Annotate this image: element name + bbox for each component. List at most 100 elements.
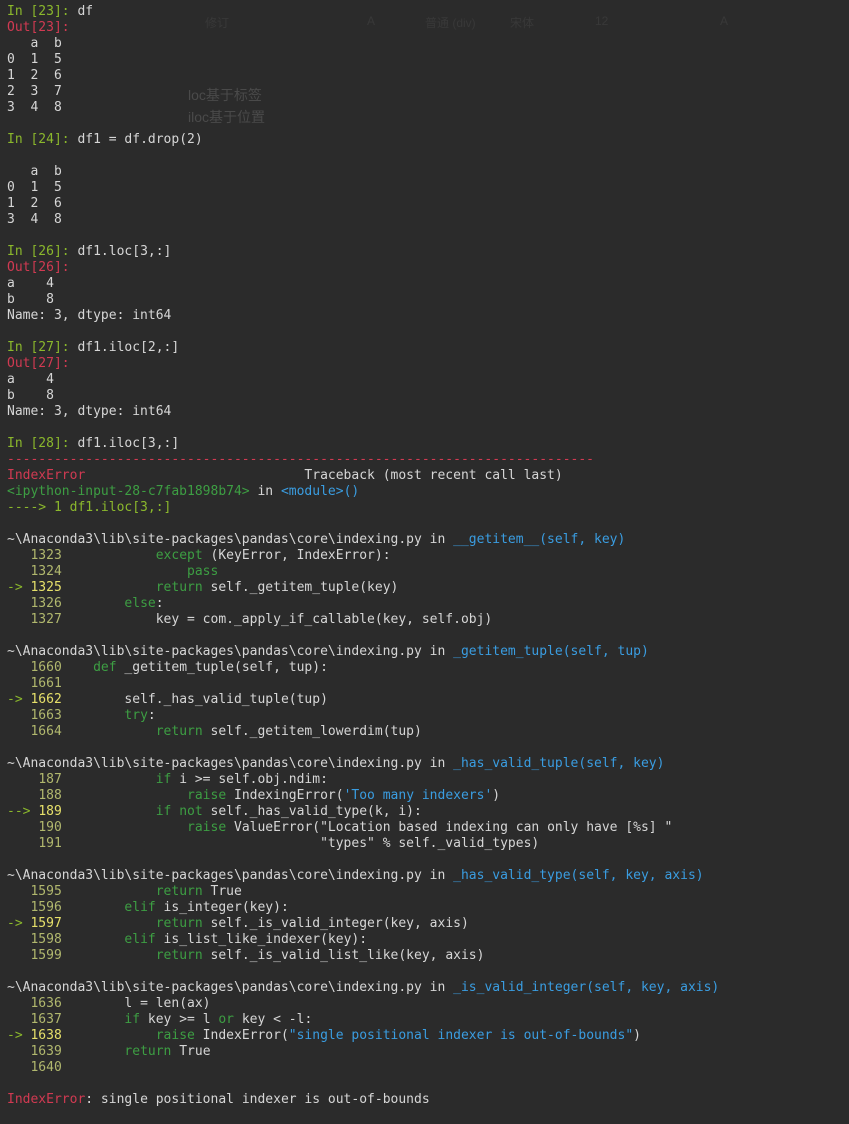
code-line: 187 if i >= self.obj.ndim: — [7, 772, 849, 788]
code-text: IndexingError( — [226, 788, 344, 803]
line-number: 1325 — [30, 580, 62, 595]
code-line: 1596 elif is_integer(key): — [7, 900, 849, 916]
code-line: 1324 pass — [7, 564, 849, 580]
code-line: 1327 key = com._apply_if_callable(key, s… — [7, 612, 849, 628]
code-text: i >= self.obj.ndim: — [171, 772, 328, 787]
arrow-line: ----> 1 df1.iloc[3,:] — [7, 500, 172, 515]
code-text: is_integer(key): — [155, 900, 289, 915]
in-word: in — [421, 532, 454, 547]
table-row: 1 2 6 — [7, 196, 62, 211]
input-line[interactable]: In [28]: df1.iloc[3,:] — [7, 436, 849, 452]
code-line: 1636 l = len(ax) — [7, 996, 849, 1012]
code: df1 = df.drop(2) — [77, 132, 203, 147]
string-literal: "single positional indexer is out-of-bou… — [288, 1028, 634, 1043]
final-error-line: IndexError: single positional indexer is… — [7, 1092, 849, 1108]
table-header: a b — [7, 36, 62, 51]
line-number: 1596 — [30, 900, 62, 915]
in-prompt: In [28]: — [7, 436, 70, 451]
frame-path: ~\Anaconda3\lib\site-packages\pandas\cor… — [7, 980, 422, 995]
line-marker — [7, 708, 30, 723]
line-number: 1664 — [30, 724, 62, 739]
in-prompt: In [26]: — [7, 244, 70, 259]
frame-header: ~\Anaconda3\lib\site-packages\pandas\cor… — [7, 868, 849, 884]
input-line[interactable]: In [24]: df1 = df.drop(2) — [7, 132, 849, 148]
line-marker — [7, 900, 30, 915]
frame-path: ~\Anaconda3\lib\site-packages\pandas\cor… — [7, 868, 422, 883]
line-number: 1637 — [30, 1012, 62, 1027]
input-line[interactable]: In [27]: df1.iloc[2,:] — [7, 340, 849, 356]
error-name: IndexError — [7, 468, 86, 483]
frame-header: ~\Anaconda3\lib\site-packages\pandas\cor… — [7, 644, 849, 660]
line-number: 1660 — [30, 660, 62, 675]
line-marker — [7, 1012, 30, 1027]
keyword: try — [124, 708, 148, 723]
keyword: raise — [187, 820, 227, 835]
final-error-message: : single positional indexer is out-of-bo… — [85, 1092, 430, 1107]
code-text: l = len(ax) — [61, 996, 211, 1011]
line-marker: -> — [7, 692, 31, 707]
line-marker — [7, 820, 38, 835]
code-text: self._is_valid_integer(key, axis) — [202, 916, 469, 931]
input-line[interactable]: In [26]: df1.loc[3,:] — [7, 244, 849, 260]
code-text: self._is_valid_list_like(key, axis) — [202, 948, 485, 963]
keyword: if — [155, 772, 172, 787]
out-prompt: Out[23]: — [7, 20, 70, 35]
frame-function: __getitem__(self, key) — [453, 532, 626, 547]
keyword: or — [218, 1012, 235, 1027]
final-error-name: IndexError — [7, 1092, 86, 1107]
input-line[interactable]: In [23]: df — [7, 4, 849, 20]
line-marker: -> — [7, 916, 31, 931]
line-marker — [7, 1060, 30, 1075]
in-prompt: In [27]: — [7, 340, 70, 355]
table-row: 0 1 5 — [7, 180, 62, 195]
keyword: if not — [155, 804, 203, 819]
out-prompt: Out[26]: — [7, 260, 70, 275]
code-line: -> 1597 return self._is_valid_integer(ke… — [7, 916, 849, 932]
traceback-arrow-line: ----> 1 df1.iloc[3,:] — [7, 500, 849, 516]
code: df — [77, 4, 94, 19]
traceback-title: Traceback (most recent call last) — [85, 468, 563, 483]
line-marker — [7, 612, 30, 627]
frame-function: _getitem_tuple(self, tup) — [453, 644, 649, 659]
line-number: 1326 — [30, 596, 62, 611]
code-text: key = com._apply_if_callable(key, self.o… — [61, 612, 493, 627]
line-number: 1323 — [30, 548, 62, 563]
keyword: return — [155, 724, 203, 739]
in-word: in — [421, 868, 454, 883]
code-text: : — [155, 596, 164, 611]
code-line: 1599 return self._is_valid_list_like(key… — [7, 948, 849, 964]
code-line: 1660 def _getitem_tuple(self, tup): — [7, 660, 849, 676]
frame-header: ~\Anaconda3\lib\site-packages\pandas\cor… — [7, 980, 849, 996]
series-row: b 8 — [7, 292, 54, 307]
line-marker — [7, 564, 30, 579]
line-number: 190 — [38, 820, 62, 835]
frame-function: _is_valid_integer(self, key, axis) — [453, 980, 720, 995]
line-marker — [7, 836, 38, 851]
keyword: return — [124, 1044, 172, 1059]
code-text: (KeyError, IndexError): — [202, 548, 391, 563]
code: df1.iloc[3,:] — [77, 436, 180, 451]
code-text: True — [202, 884, 242, 899]
line-marker — [7, 596, 30, 611]
series-meta: Name: 3, dtype: int64 — [7, 404, 172, 419]
frame-path: ~\Anaconda3\lib\site-packages\pandas\cor… — [7, 532, 422, 547]
table-row: 3 4 8 — [7, 100, 62, 115]
notebook-output[interactable]: In [23]: df Out[23]: a b 0 1 5 1 2 6 2 3… — [7, 4, 849, 1108]
keyword: return — [155, 580, 203, 595]
frame-path: ~\Anaconda3\lib\site-packages\pandas\cor… — [7, 756, 422, 771]
table-row: 0 1 5 — [7, 52, 62, 67]
code-text: self._getitem_tuple(key) — [202, 580, 399, 595]
line-marker — [7, 1044, 30, 1059]
code-line: --> 189 if not self._has_valid_type(k, i… — [7, 804, 849, 820]
code-line: 1595 return True — [7, 884, 849, 900]
input-ref: <ipython-input-28-c7fab1898b74> — [7, 484, 250, 499]
